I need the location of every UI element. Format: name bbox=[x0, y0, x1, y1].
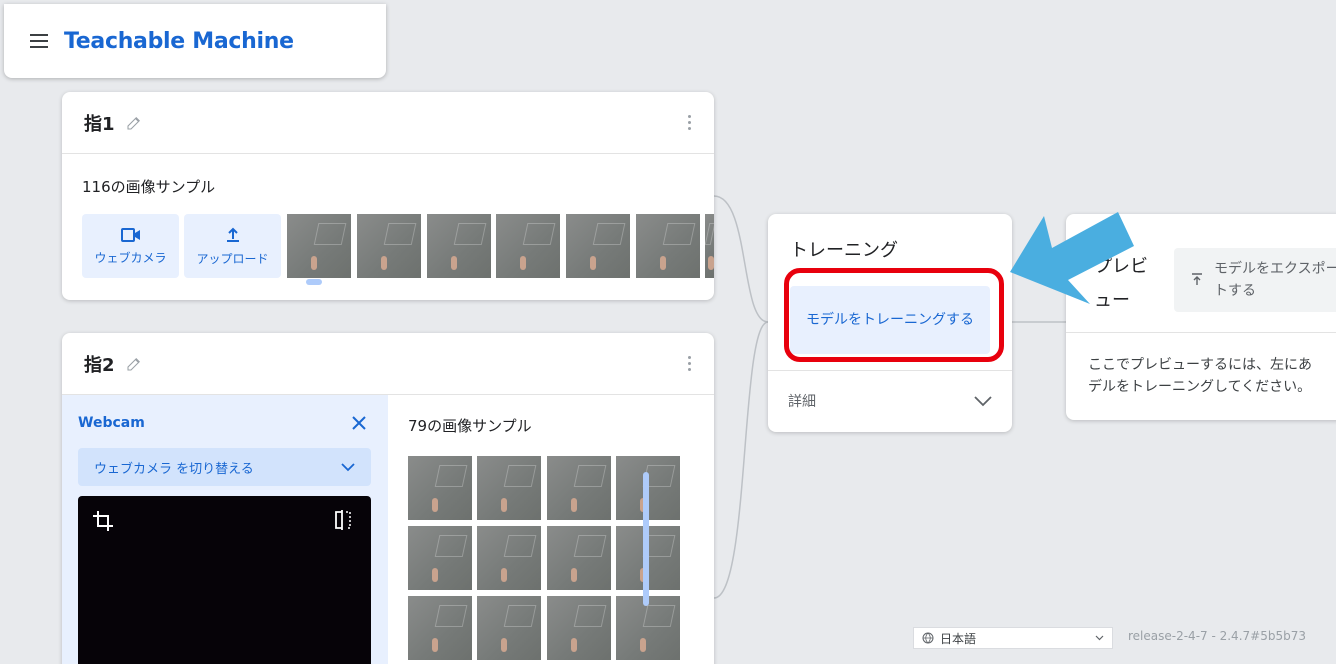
chevron-down-icon bbox=[1095, 635, 1104, 641]
webcam-title: Webcam bbox=[78, 415, 145, 431]
class-name[interactable]: 指1 bbox=[84, 110, 115, 136]
chevron-down-icon bbox=[341, 462, 355, 471]
flip-icon[interactable] bbox=[334, 510, 352, 530]
sample-thumbnail[interactable] bbox=[408, 456, 472, 520]
thumbnail-scrollbar[interactable] bbox=[306, 279, 322, 285]
preview-hint-line-2: デルをトレーニングしてください。 bbox=[1088, 379, 1312, 395]
class-name[interactable]: 指2 bbox=[84, 351, 115, 377]
app-header: Teachable Machine bbox=[4, 4, 386, 78]
app-title: Teachable Machine bbox=[64, 28, 294, 54]
class-header: 指1 bbox=[62, 92, 714, 154]
sample-thumbnail[interactable] bbox=[547, 596, 611, 660]
training-card: トレーニング モデルをトレーニングする 詳細 bbox=[768, 214, 1012, 432]
webcam-panel: Webcam ウェブカメラ を切り替える bbox=[62, 395, 388, 664]
sample-thumbnail[interactable] bbox=[357, 214, 421, 278]
sample-count: 79の画像サンプル bbox=[408, 417, 532, 435]
webcam-switch-label: ウェブカメラ を切り替える bbox=[94, 461, 254, 477]
globe-icon bbox=[922, 632, 934, 644]
train-model-button[interactable]: モデルをトレーニングする bbox=[790, 286, 990, 354]
sample-count: 116の画像サンプル bbox=[82, 178, 216, 196]
sample-thumbnail[interactable] bbox=[547, 456, 611, 520]
advanced-label: 詳細 bbox=[788, 394, 816, 410]
crop-icon[interactable] bbox=[92, 510, 114, 532]
class-header: 指2 bbox=[62, 333, 714, 395]
divider bbox=[1066, 332, 1336, 333]
samples-scrollbar[interactable] bbox=[643, 472, 649, 606]
sample-thumbnail[interactable] bbox=[477, 456, 541, 520]
sample-thumbnail[interactable] bbox=[496, 214, 560, 278]
release-version: release-2-4-7 - 2.4.7#5b5b73 bbox=[1128, 629, 1306, 643]
webcam-video-feed bbox=[78, 496, 371, 664]
sample-thumbnail[interactable] bbox=[408, 526, 472, 590]
upload-label: アップロード bbox=[196, 251, 269, 266]
class-card-1: 指1 116の画像サンプル ウェブカメラ アップロード bbox=[62, 92, 714, 300]
webcam-button[interactable]: ウェブカメラ bbox=[82, 214, 179, 278]
export-model-button[interactable]: モデルをエクスポートする bbox=[1174, 248, 1336, 312]
videocam-icon bbox=[120, 227, 140, 242]
menu-icon[interactable] bbox=[30, 34, 50, 48]
preview-hint: ここでプレビューするには、左にあ デルをトレーニングしてください。 bbox=[1088, 354, 1312, 398]
upload-button[interactable]: アップロード bbox=[184, 214, 281, 278]
sample-thumbnail[interactable] bbox=[477, 526, 541, 590]
training-title: トレーニング bbox=[790, 240, 898, 261]
upload-icon bbox=[226, 227, 239, 242]
sample-thumbnail[interactable] bbox=[408, 596, 472, 660]
sample-thumbnail[interactable] bbox=[547, 526, 611, 590]
sample-thumbnail[interactable] bbox=[636, 214, 700, 278]
pencil-icon[interactable] bbox=[125, 355, 143, 373]
preview-hint-line-1: ここでプレビューするには、左にあ bbox=[1088, 357, 1312, 373]
advanced-toggle[interactable]: 詳細 bbox=[768, 371, 1012, 431]
pencil-icon[interactable] bbox=[125, 114, 143, 132]
webcam-switch-select[interactable]: ウェブカメラ を切り替える bbox=[78, 448, 371, 486]
language-select[interactable]: 日本語 bbox=[913, 627, 1113, 649]
kebab-icon[interactable] bbox=[688, 115, 692, 130]
sample-thumbnail[interactable] bbox=[427, 214, 491, 278]
sample-thumbnail[interactable] bbox=[477, 596, 541, 660]
sample-thumbnail[interactable] bbox=[566, 214, 630, 278]
export-label: モデルをエクスポートする bbox=[1214, 261, 1336, 299]
preview-card: プレビ ュー モデルをエクスポートする ここでプレビューするには、左にあ デルをト… bbox=[1066, 214, 1336, 420]
chevron-down-icon bbox=[974, 395, 992, 406]
preview-title: プレビ ュー bbox=[1094, 256, 1148, 311]
export-icon bbox=[1192, 273, 1202, 285]
sample-thumbnail[interactable] bbox=[705, 214, 714, 278]
class-card-2: 指2 Webcam ウェブカメラ を切り替える 79の画像サンプル bbox=[62, 333, 714, 664]
kebab-icon[interactable] bbox=[688, 356, 692, 371]
language-label: 日本語 bbox=[940, 631, 977, 646]
webcam-label: ウェブカメラ bbox=[94, 250, 167, 265]
sample-thumbnail[interactable] bbox=[616, 596, 680, 660]
close-icon[interactable] bbox=[351, 415, 367, 431]
sample-thumbnail[interactable] bbox=[287, 214, 351, 278]
